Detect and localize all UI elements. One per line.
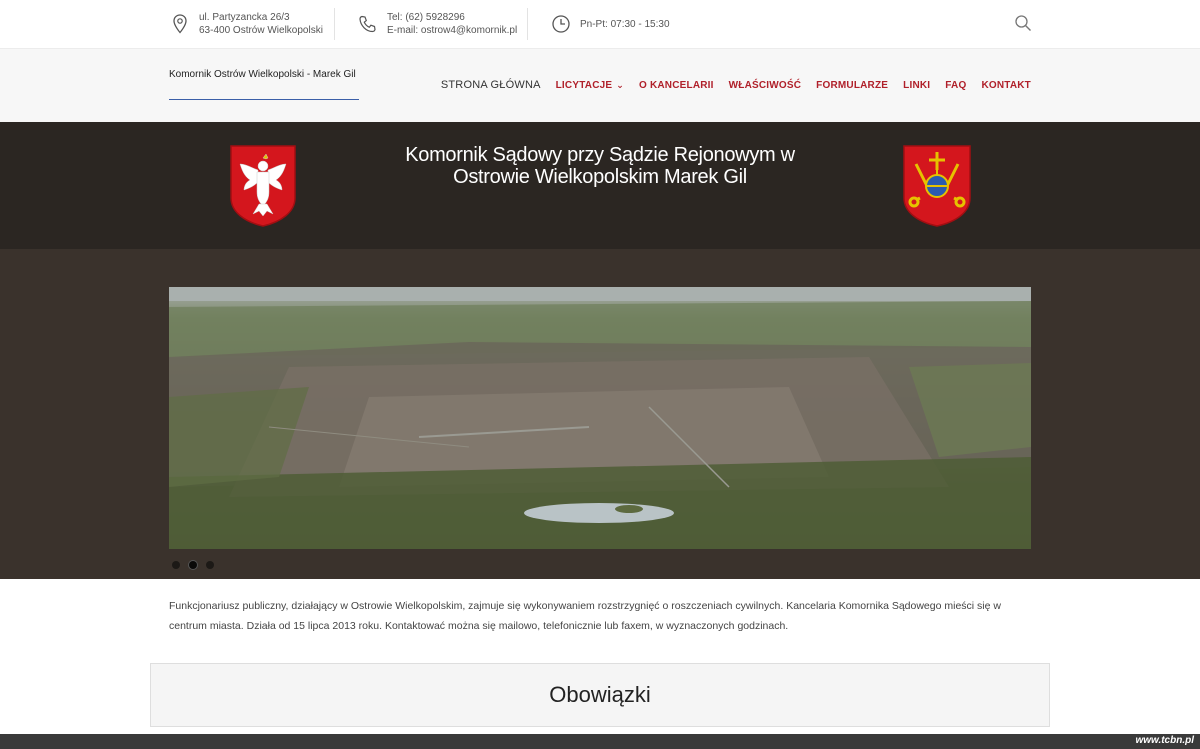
- nav-item-home[interactable]: STRONA GŁÓWNA: [441, 79, 541, 91]
- phone-number[interactable]: Tel: (62) 5928296: [387, 11, 517, 24]
- nav-item-label: LICYTACJE: [555, 79, 613, 91]
- location-pin-icon: [169, 13, 191, 35]
- clock-icon: [550, 13, 572, 35]
- hours-info: Pn-Pt: 07:30 - 15:30: [550, 0, 670, 48]
- slider-dot-2[interactable]: [189, 561, 197, 569]
- header-banner: Komornik Sądowy przy Sądzie Rejonowym w …: [0, 122, 1200, 249]
- city-coat-of-arms: [902, 144, 972, 233]
- address-line1: ul. Partyzancka 26/3: [199, 12, 290, 23]
- address-info: ul. Partyzancka 26/3 63-400 Ostrów Wielk…: [169, 0, 323, 48]
- search-icon[interactable]: [1014, 14, 1034, 34]
- watermark-text: www.tcbn.pl: [1135, 735, 1194, 746]
- slider-pagination: [172, 561, 214, 569]
- phone-icon: [357, 13, 379, 35]
- page-title: Komornik Sądowy przy Sądzie Rejonowym w …: [405, 144, 795, 188]
- address-line2: 63-400 Ostrów Wielkopolski: [199, 25, 323, 36]
- contact-info: Tel: (62) 5928296 E-mail: ostrow4@komorn…: [357, 0, 517, 48]
- nav-item-about[interactable]: O KANCELARII: [639, 79, 714, 91]
- office-hours: Pn-Pt: 07:30 - 15:30: [580, 18, 670, 30]
- footer-strip: www.tcbn.pl: [0, 734, 1200, 749]
- main-navigation: Komornik Ostrów Wielkopolski - Marek Gil…: [0, 49, 1200, 122]
- email-address[interactable]: E-mail: ostrow4@komornik.pl: [387, 24, 517, 37]
- slide-aerial-city-photo: [169, 287, 1031, 549]
- nav-item-auctions[interactable]: LICYTACJE ⌄: [556, 79, 624, 91]
- nav-item-contact[interactable]: KONTAKT: [981, 79, 1031, 91]
- nav-item-links[interactable]: LINKI: [903, 79, 930, 91]
- nav-menu: STRONA GŁÓWNA LICYTACJE ⌄ O KANCELARII WŁ…: [441, 79, 1031, 91]
- duties-section: Obowiązki: [150, 663, 1050, 727]
- slider-dot-1[interactable]: [172, 561, 180, 569]
- slider-dot-3[interactable]: [206, 561, 214, 569]
- polish-eagle-emblem: [229, 144, 297, 233]
- nav-item-jurisdiction[interactable]: WŁAŚCIWOŚĆ: [729, 79, 802, 91]
- brand-underline: [169, 99, 359, 100]
- top-info-bar: ul. Partyzancka 26/3 63-400 Ostrów Wielk…: [0, 0, 1200, 49]
- section-heading: Obowiązki: [549, 682, 651, 707]
- intro-paragraph: Funkcjonariusz publiczny, działający w O…: [169, 600, 1001, 632]
- divider: [527, 8, 528, 40]
- nav-item-forms[interactable]: FORMULARZE: [816, 79, 888, 91]
- site-brand[interactable]: Komornik Ostrów Wielkopolski - Marek Gil: [169, 69, 356, 80]
- nav-item-faq[interactable]: FAQ: [945, 79, 966, 91]
- image-slider: [0, 249, 1200, 579]
- chevron-down-icon: ⌄: [616, 79, 624, 90]
- divider: [334, 8, 335, 40]
